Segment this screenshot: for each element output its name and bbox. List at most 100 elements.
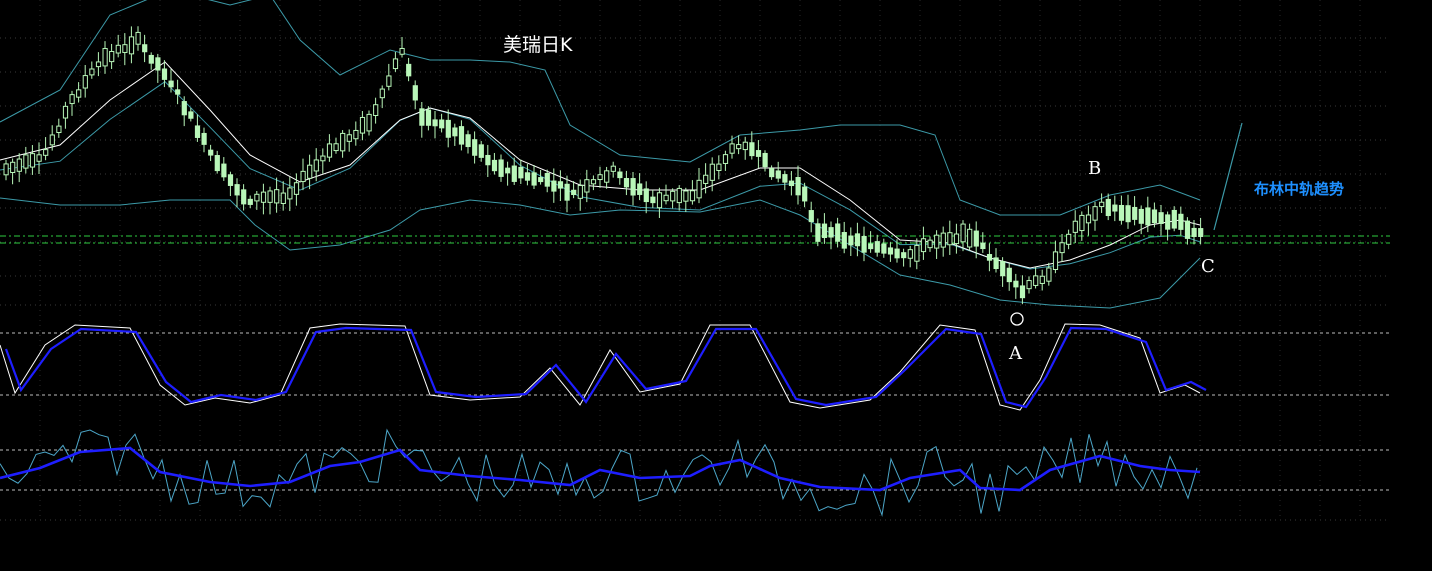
candle-body (472, 139, 478, 156)
candle-body (1118, 204, 1125, 221)
candle-body (227, 174, 234, 186)
candle-body (135, 31, 141, 45)
candle-body (1125, 205, 1131, 223)
candle-body (142, 44, 148, 53)
candles (3, 26, 1204, 305)
candle-body (109, 50, 115, 63)
candle-body (1165, 214, 1171, 230)
candle-body (953, 233, 960, 245)
candle-body (571, 189, 577, 196)
candle-body (1178, 213, 1184, 230)
candle-body (300, 170, 306, 183)
candle-body (333, 143, 339, 152)
candle-body (221, 163, 227, 178)
candle-body (36, 154, 42, 162)
osc2-smooth-line (0, 446, 1201, 492)
candle-body (267, 190, 273, 203)
chart-canvas: 美瑞日K B C A 布林中轨趋势 (0, 0, 1390, 521)
candle-body (115, 44, 121, 54)
candle-body (1000, 260, 1006, 277)
candle-body (597, 174, 603, 181)
candle-body (848, 235, 854, 246)
candle-body (808, 210, 814, 223)
label-b: B (1088, 158, 1101, 179)
candle-body (716, 163, 722, 171)
candle-body (736, 144, 742, 150)
candle-body (76, 89, 82, 98)
candle-body (861, 235, 867, 253)
candle-body (1191, 227, 1197, 237)
candle-body (577, 185, 583, 199)
candle-body (379, 88, 385, 99)
candle-body (637, 183, 643, 195)
candle-body (934, 234, 940, 249)
candle-body (16, 158, 22, 172)
candle-body (1072, 220, 1078, 233)
candle-body (201, 132, 207, 145)
candle-body (175, 89, 181, 95)
candle-body (1026, 280, 1032, 290)
candle-body (663, 194, 669, 202)
candle-body (630, 178, 636, 196)
trend-note: 布林中轨趋势 (1254, 180, 1344, 198)
candle-body (1039, 275, 1045, 284)
candle-body (868, 243, 874, 250)
candle-body (260, 191, 267, 203)
candle-body (10, 161, 16, 173)
candle-body (122, 44, 128, 53)
candle-body (1138, 208, 1144, 224)
osc1-fast-line (0, 323, 1201, 411)
chart-window: 美瑞日K B C A 布林中轨趋势 (0, 0, 1432, 571)
candle-body (148, 54, 154, 64)
candle-body (452, 127, 458, 137)
candle-body (1013, 280, 1019, 288)
candle-body (511, 165, 517, 182)
candle-body (155, 57, 161, 71)
candle-body (49, 134, 55, 146)
candle-body (518, 166, 524, 179)
candle-body (676, 187, 682, 204)
candle-body (366, 113, 372, 132)
candle-body (610, 165, 616, 172)
candle-body (802, 186, 808, 202)
candle-body (1052, 251, 1059, 271)
oscillator-1 (0, 323, 1390, 411)
osc2-raw-line (0, 428, 1198, 517)
candle-body (828, 227, 834, 238)
candle-body (234, 184, 240, 196)
candle-body (161, 68, 168, 80)
candle-body (815, 223, 821, 242)
candle-body (769, 168, 775, 178)
candle-body (1085, 214, 1092, 224)
bollinger-bands (0, 0, 1201, 309)
candle-body (1066, 233, 1072, 245)
label-a: A (1008, 343, 1023, 364)
candle-body (901, 252, 907, 259)
candle-body (762, 152, 768, 168)
candle-body (399, 47, 405, 55)
candle-body (1151, 209, 1158, 224)
candle-body (993, 257, 999, 270)
candle-body (894, 248, 900, 259)
candle-body (656, 192, 663, 209)
candle-body (254, 193, 260, 202)
candle-body (835, 223, 841, 242)
candle-body (920, 238, 927, 253)
candle-body (214, 155, 220, 172)
candle-body (346, 134, 352, 142)
candle-body (241, 189, 247, 205)
candle-body (340, 132, 346, 152)
candle-body (439, 119, 445, 129)
candle-body (478, 144, 484, 158)
candle-body (696, 179, 702, 199)
candle-body (1198, 228, 1204, 237)
candle-body (755, 150, 762, 157)
oscillator-2 (0, 428, 1390, 517)
candle-body (531, 172, 537, 186)
candle-body (749, 142, 755, 157)
candle-body (1112, 204, 1118, 212)
candle-body (307, 164, 313, 179)
candle-body (102, 48, 108, 67)
candle-body (247, 198, 253, 205)
chart-title: 美瑞日K (503, 34, 573, 56)
